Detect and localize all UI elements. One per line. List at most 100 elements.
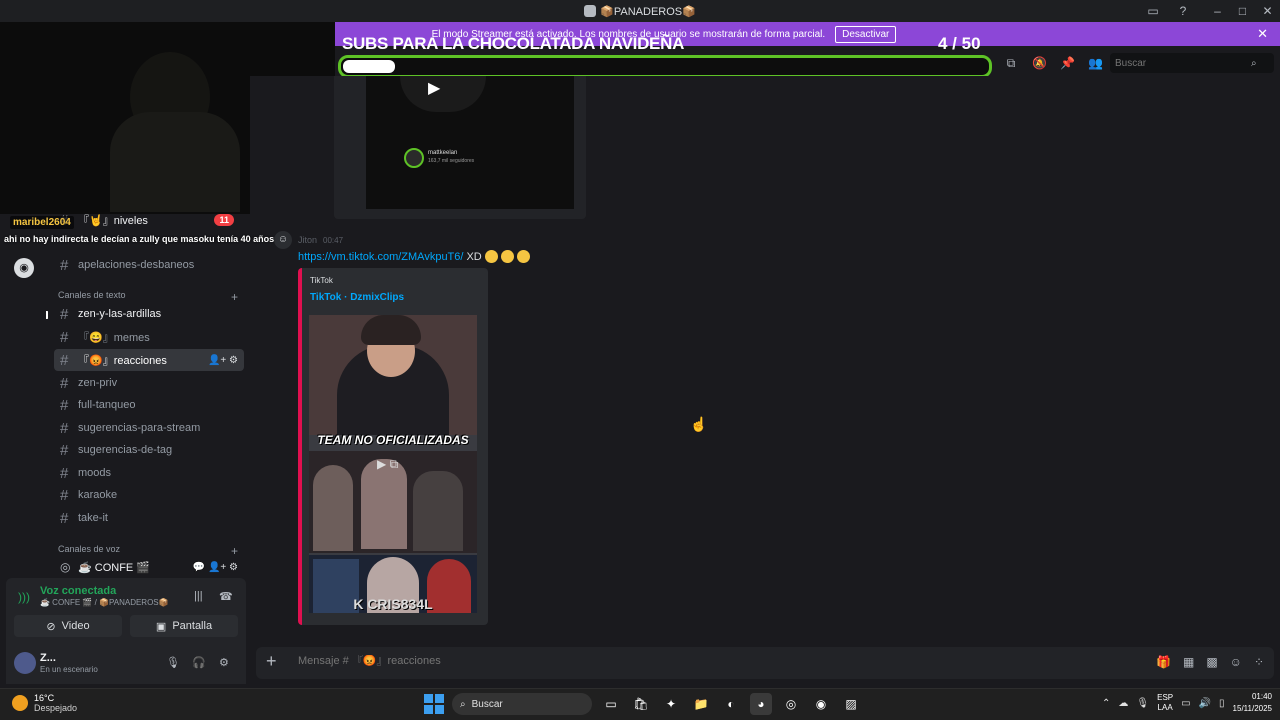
message-link[interactable]: https://vm.tiktok.com/ZMAvkpuT6/	[298, 251, 463, 263]
app-icon[interactable]: ◉	[810, 693, 832, 715]
search-icon: ⌕	[1251, 57, 1257, 69]
sticker-icon[interactable]: ▩	[1206, 655, 1217, 669]
taskbar-search[interactable]: ⌕ Buscar	[452, 693, 592, 715]
help-icon[interactable]: ?	[1175, 4, 1191, 18]
add-channel-icon[interactable]: +	[231, 290, 238, 304]
app-icon[interactable]: ◎	[780, 693, 802, 715]
channel-moods[interactable]: # moods	[54, 462, 244, 484]
previous-embed-thumbnail[interactable]: ▶ mattkeelan 163,7 mil seguidores	[366, 76, 574, 209]
video-play-icon[interactable]: ▶ ⧉	[377, 457, 398, 472]
channel-reacciones[interactable]: # 『😡』reacciones 👤+ ⚙	[54, 349, 244, 371]
voice-channel-confe[interactable]: ◎ ☕ CONFE 🎬 💬 👤+ ⚙	[54, 556, 244, 578]
channel-sugerencias-para-stream[interactable]: # sugerencias-para-stream	[54, 417, 244, 439]
signal-icon: )))	[18, 590, 30, 604]
inbox-icon[interactable]: ▭	[1145, 4, 1161, 18]
apps-icon[interactable]: ⁘	[1254, 655, 1264, 669]
start-button[interactable]	[424, 694, 444, 714]
channel-zen-y-las-ardillas[interactable]: # zen-y-las-ardillas	[54, 303, 244, 325]
channel-label: karaoke	[78, 489, 118, 501]
voice-connection-panel: ))) Voz conectada ☕ CONFE 🎬 / 📦PANADEROS…	[6, 578, 246, 642]
channel-label: zen-y-las-ardillas	[78, 308, 162, 320]
disc-shape	[400, 76, 486, 112]
message-timestamp: 00:47	[323, 235, 344, 245]
chat-area: ▶ mattkeelan 163,7 mil seguidores ☺ Jito…	[250, 76, 1280, 646]
gif-icon[interactable]: ▦	[1183, 655, 1194, 669]
voice-location[interactable]: ☕ CONFE 🎬 / 📦PANADEROS📦	[40, 598, 169, 607]
microphone-icon[interactable]: 🎙	[166, 656, 180, 669]
message-text: XD	[466, 250, 482, 263]
close-window-button[interactable]: ✕	[1255, 0, 1280, 22]
gift-icon[interactable]: 🎁	[1156, 655, 1171, 669]
channel-memes[interactable]: # 『😄』memes	[54, 326, 244, 348]
channel-apelaciones-desbaneos[interactable]: # apelaciones-desbaneos	[54, 254, 244, 276]
video-caption: TEAM NO OFICIALIZADAS	[317, 433, 469, 447]
pin-icon[interactable]: 📌	[1060, 56, 1075, 70]
stream-chat-overlay: maribel2604 ahi no hay indirecta le decí…	[0, 214, 280, 246]
message-author[interactable]: Jiton	[298, 235, 317, 245]
copilot-icon[interactable]: ✦	[660, 693, 682, 715]
clock[interactable]: 01:40 15/11/2025	[1233, 691, 1272, 715]
embed-video[interactable]: TEAM NO OFICIALIZADAS ▶ ⧉ K CRIS834L	[309, 315, 477, 613]
overlay-username: maribel2604	[10, 216, 74, 229]
discord-app-icon[interactable]: ◕	[750, 693, 772, 715]
mute-notifications-icon[interactable]: 🔕	[1032, 56, 1047, 70]
weather-condition: Despejado	[34, 703, 78, 713]
channel-label: 『😄』memes	[78, 332, 150, 344]
screen-share-button[interactable]: ▣ Pantalla	[130, 615, 238, 637]
username[interactable]: Z...	[40, 652, 56, 664]
video-label: Video	[61, 620, 90, 632]
volume-icon[interactable]: 🔊	[1199, 698, 1211, 709]
channel-sugerencias-de-tag[interactable]: # sugerencias-de-tag	[54, 439, 244, 461]
battery-icon[interactable]: ▯	[1219, 698, 1225, 709]
voice-channel-tools-icon[interactable]: 💬 👤+ ⚙	[193, 562, 238, 573]
video-button[interactable]: ⊘ Video	[14, 615, 122, 637]
add-attachment-icon[interactable]: +	[266, 651, 277, 672]
channel-take-it[interactable]: # take-it	[54, 507, 244, 529]
avatar[interactable]	[14, 652, 36, 674]
network-icon[interactable]: ▭	[1181, 698, 1190, 709]
headphones-icon[interactable]: 🎧	[192, 656, 206, 669]
noise-suppression-icon[interactable]: |||	[194, 590, 203, 602]
embed-provider: TikTok	[310, 276, 333, 285]
goal-progress-fill	[343, 60, 395, 73]
category-text-channels[interactable]: Canales de texto +	[58, 290, 238, 304]
discover-icon[interactable]: ◉	[14, 258, 34, 278]
goal-progress-bar	[338, 55, 992, 78]
edge-icon[interactable]: ◐	[720, 693, 742, 715]
language-indicator[interactable]: ESP LAA	[1157, 693, 1173, 713]
minimize-button[interactable]: –	[1205, 0, 1230, 22]
weather-widget[interactable]: 16°C Despejado	[12, 693, 77, 713]
maximize-button[interactable]: □	[1230, 0, 1255, 22]
chevron-up-icon[interactable]: ⌃	[1102, 698, 1110, 709]
threads-icon[interactable]: ⧉	[1004, 56, 1018, 71]
video-person	[309, 315, 477, 435]
search-input[interactable]	[1115, 57, 1251, 69]
taskbar-apps: ⌕ Buscar ▭ 🛍 ✦ 📁 ◐ ◕ ◎ ◉ ▨	[424, 693, 862, 715]
member-list-icon[interactable]: 👥	[1088, 56, 1103, 70]
close-banner-icon[interactable]: ✕	[1257, 26, 1268, 42]
channel-zen-priv[interactable]: # zen-priv	[54, 372, 244, 394]
tiktok-username: mattkeelan	[428, 150, 458, 156]
screen-label: Pantalla	[172, 620, 213, 632]
hand-cursor-icon: ☝	[690, 416, 708, 432]
channel-full-tanqueo[interactable]: # full-tanqueo	[54, 394, 244, 416]
lang-line1: ESP	[1157, 693, 1174, 702]
search-box[interactable]: ⌕	[1110, 53, 1274, 73]
title-bar: 📦PANADEROS📦 ▭ ? – □ ✕	[0, 0, 1280, 22]
file-explorer-icon[interactable]: 📁	[690, 693, 712, 715]
disconnect-icon[interactable]: ☎	[219, 590, 233, 603]
emoji-icon[interactable]: ☺	[1230, 655, 1242, 669]
embed-title[interactable]: TikTok · DzmixClips	[310, 292, 404, 303]
message-composer: + 🎁 ▦ ▩ ☺ ⁘	[256, 647, 1274, 679]
channel-settings-icon[interactable]: 👤+ ⚙	[208, 355, 238, 366]
channel-label: sugerencias-de-tag	[78, 444, 173, 456]
store-icon[interactable]: 🛍	[630, 693, 652, 715]
task-view-icon[interactable]: ▭	[600, 693, 622, 715]
channel-karaoke[interactable]: # karaoke	[54, 484, 244, 506]
onedrive-icon[interactable]: ☁	[1118, 698, 1128, 709]
user-settings-icon[interactable]: ⚙	[219, 656, 229, 669]
discord-logo-icon	[584, 5, 597, 17]
app-icon[interactable]: ▨	[840, 693, 862, 715]
microphone-icon[interactable]: 🎙	[1136, 698, 1149, 709]
message-input[interactable]	[298, 655, 998, 667]
